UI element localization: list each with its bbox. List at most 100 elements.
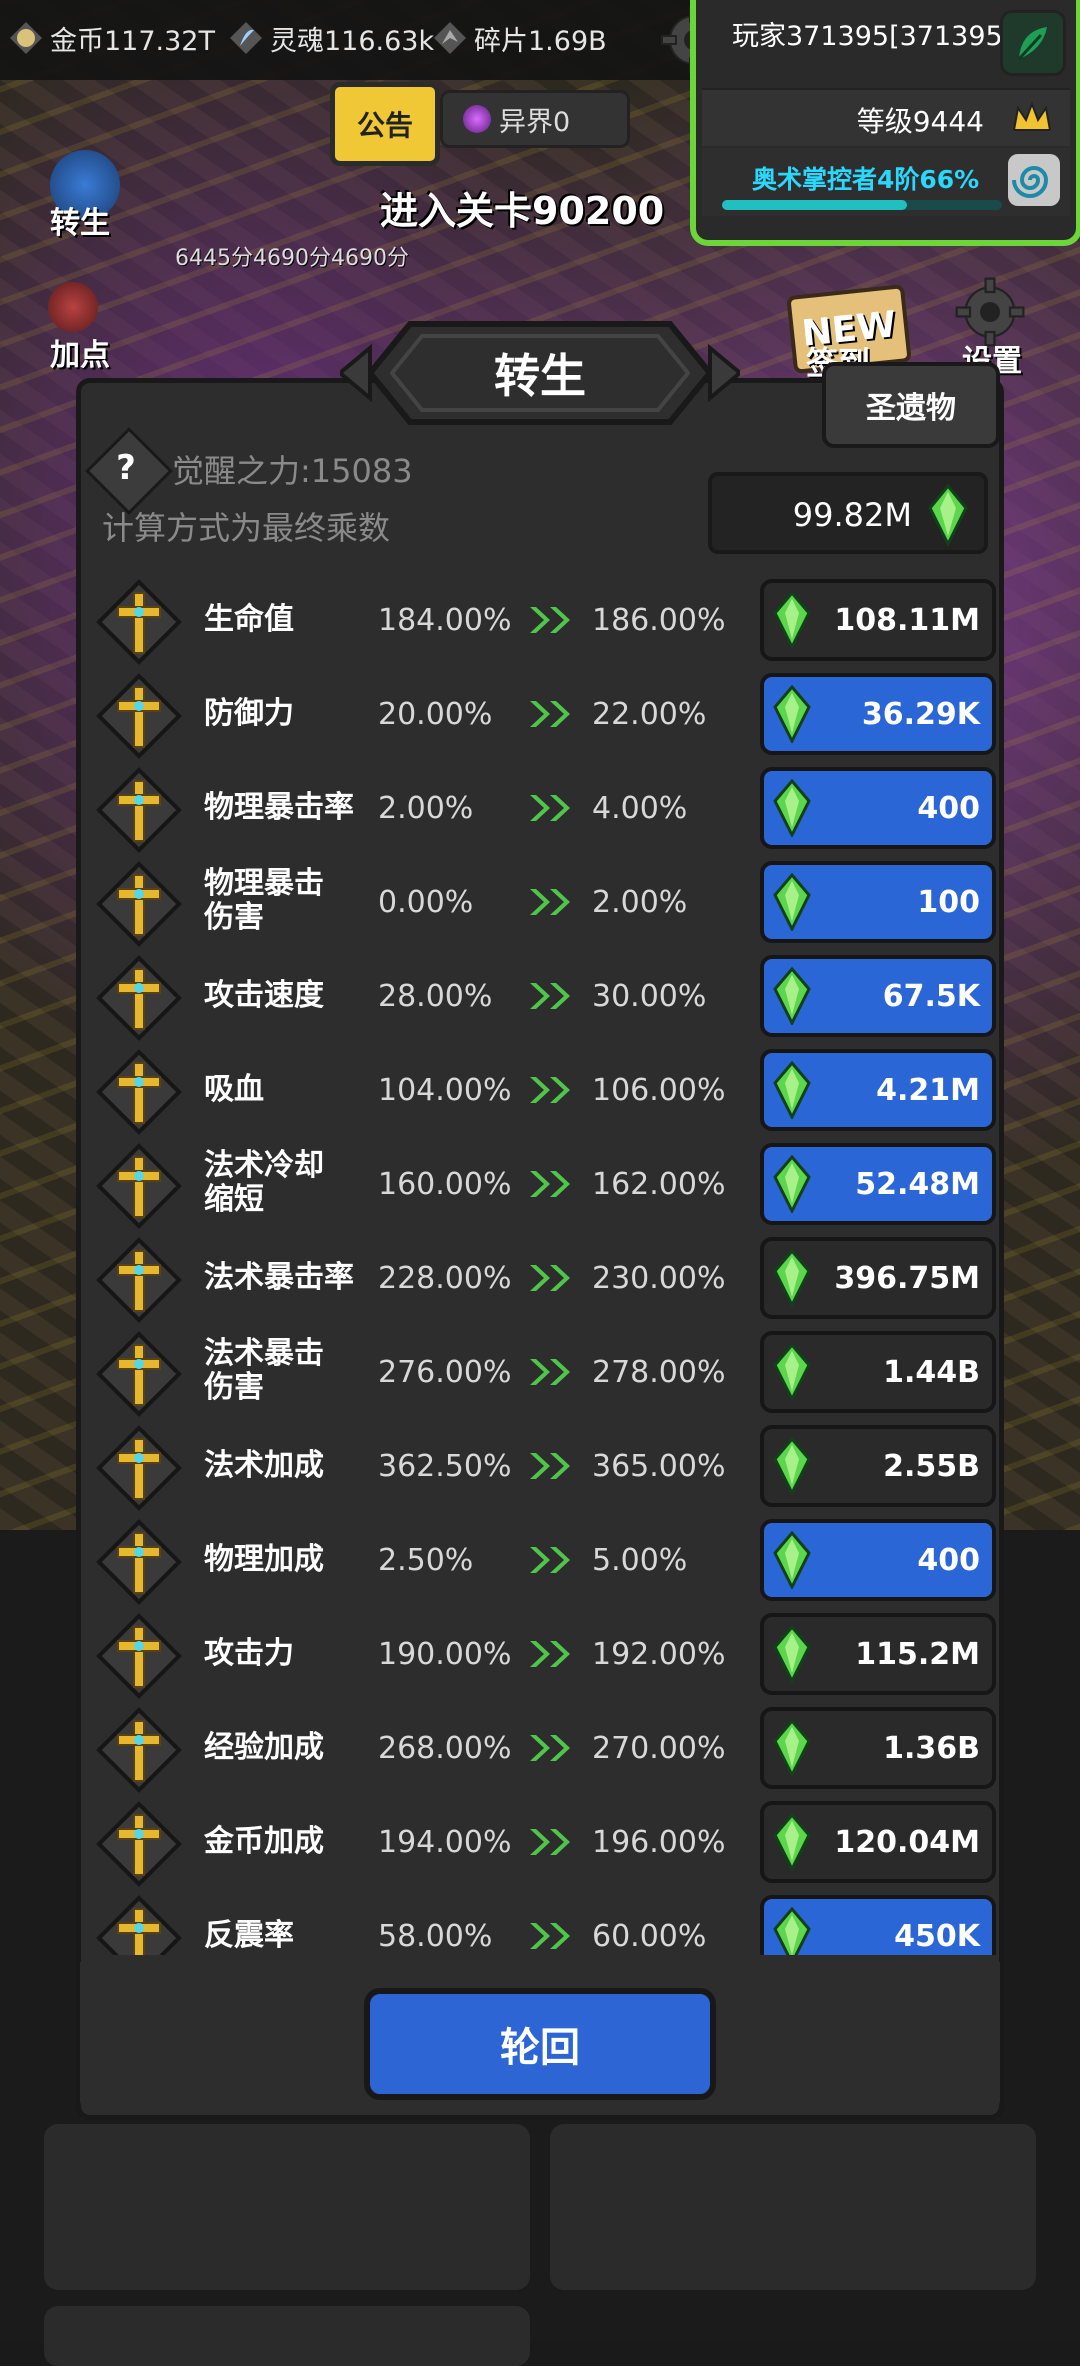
double-arrow-icon [530,1923,570,1949]
player-name: 玩家371395[371395] [732,21,1014,52]
upgrade-cost-button[interactable]: 36.29K [760,673,996,755]
upgrade-cost-button[interactable]: 1.36B [760,1707,996,1789]
cross-icon [96,1707,182,1793]
stat-current-value: 2.00% [378,791,474,826]
double-arrow-icon [530,701,570,727]
green-gem-icon [773,1907,811,1955]
cross-icon [96,1425,182,1511]
notice-button[interactable]: 公告 [330,82,440,166]
player-title: 奥术掌控者4阶66% [752,165,980,194]
stat-row: 攻击速度 28.00% 30.00% 67.5K [96,951,996,1045]
rebirth-menu-label[interactable]: 转生 [50,198,110,242]
stat-next-value: 162.00% [592,1167,726,1202]
title-row: 奥术掌控者4阶66% [702,148,1070,216]
stat-next-value: 5.00% [592,1543,688,1578]
stat-row: 吸血 104.00% 106.00% 4.21M [96,1045,996,1139]
realm-button[interactable]: 异界0 [440,90,630,148]
upgrade-cost-button[interactable]: 67.5K [760,955,996,1037]
upgrade-cost-button[interactable]: 100 [760,861,996,943]
stat-name: 经验加成 [204,1730,324,1765]
upgrade-cost-button[interactable]: 120.04M [760,1801,996,1883]
stat-current-value: 2.50% [378,1543,474,1578]
leaf-button[interactable] [1000,10,1066,76]
stat-row: 物理暴击 伤害 0.00% 2.00% 100 [96,857,996,951]
player-level: 等级9444 [856,105,984,138]
upgrade-cost-button[interactable]: 1.44B [760,1331,996,1413]
relic-button[interactable]: 圣遗物 [822,362,1000,448]
title-progress-fill [722,200,907,210]
lower-card [550,2124,1036,2290]
calc-note: 计算方式为最终乘数 [102,509,391,547]
dialog-title-plate: 转生 [340,318,740,428]
cross-icon [96,1613,182,1699]
lower-card [44,2124,530,2290]
gold-amount: 金币117.32T [50,25,215,57]
realm-icon [463,105,491,133]
upgrade-cost-button[interactable]: 115.2M [760,1613,996,1695]
green-gem-icon [773,779,811,837]
upgrade-cost-value: 36.29K [861,697,980,732]
stat-row: 防御力 20.00% 22.00% 36.29K [96,669,996,763]
soul-icon [230,22,262,54]
stat-row: 经验加成 268.00% 270.00% 1.36B [96,1703,996,1797]
double-arrow-icon [530,1453,570,1479]
cross-icon [96,1143,182,1229]
add-points-icon[interactable] [48,282,98,332]
player-panel[interactable]: 玩家371395[371395] 等级9444 奥术掌控者4阶66% [690,0,1080,246]
green-gem-icon [773,1531,811,1589]
stage-title: 进入关卡90200 [380,189,665,233]
upgrade-cost-value: 400 [917,1543,980,1578]
stat-name: 防御力 [204,696,294,731]
cross-icon [96,767,182,853]
realm-label: 异界0 [499,106,571,138]
add-points-menu-label[interactable]: 加点 [50,330,110,374]
help-icon[interactable]: ? [108,440,144,496]
upgrade-cost-button[interactable]: 400 [760,1519,996,1601]
stat-name: 物理暴击率 [204,790,354,825]
double-arrow-icon [530,1077,570,1103]
stat-current-value: 28.00% [378,979,493,1014]
upgrade-cost-value: 67.5K [882,979,980,1014]
stat-row: 物理暴击率 2.00% 4.00% 400 [96,763,996,857]
cross-icon [96,955,182,1041]
stat-current-value: 268.00% [378,1731,512,1766]
upgrade-cost-button[interactable]: 400 [760,767,996,849]
shard-icon [434,22,466,54]
upgrade-cost-button[interactable]: 4.21M [760,1049,996,1131]
stat-current-value: 362.50% [378,1449,512,1484]
lower-card [44,2306,530,2366]
stat-row: 反震率 58.00% 60.00% 450K [96,1891,996,1955]
upgrade-cost-button[interactable]: 2.55B [760,1425,996,1507]
green-gem-icon [773,591,811,649]
stat-list[interactable]: 生命值 184.00% 186.00% 108.11M 防御力 20.00% 22.00% 3… [96,575,996,1955]
green-gem-icon [773,1249,811,1307]
stat-current-value: 194.00% [378,1825,512,1860]
green-gem-icon [773,685,811,743]
soul-resource: 灵魂116.63k [228,14,434,62]
stat-row: 物理加成 2.50% 5.00% 400 [96,1515,996,1609]
cross-icon [96,1049,182,1135]
stat-name: 法术暴击 伤害 [204,1336,324,1405]
upgrade-cost-value: 2.55B [883,1449,980,1484]
upgrade-cost-button[interactable]: 450K [760,1895,996,1955]
double-arrow-icon [530,1829,570,1855]
stat-next-value: 278.00% [592,1355,726,1390]
stat-next-value: 4.00% [592,791,688,826]
stat-current-value: 20.00% [378,697,493,732]
upgrade-cost-value: 396.75M [834,1261,980,1296]
upgrade-cost-value: 1.44B [883,1355,980,1390]
stat-next-value: 60.00% [592,1919,707,1954]
green-gem-icon [773,873,811,931]
reincarnate-button[interactable]: 轮回 [364,1988,716,2100]
stat-current-value: 228.00% [378,1261,512,1296]
stat-row: 金币加成 194.00% 196.00% 120.04M [96,1797,996,1891]
score-text: 6445分4690分4690分 [175,246,409,271]
stat-row: 法术冷却 缩短 160.00% 162.00% 52.48M [96,1139,996,1233]
upgrade-cost-button[interactable]: 108.11M [760,579,996,661]
green-gem-icon [928,484,968,546]
upgrade-cost-button[interactable]: 52.48M [760,1143,996,1225]
spiral-icon[interactable] [1008,154,1060,206]
stat-current-value: 184.00% [378,603,512,638]
upgrade-cost-button[interactable]: 396.75M [760,1237,996,1319]
green-gem-icon [773,1061,811,1119]
